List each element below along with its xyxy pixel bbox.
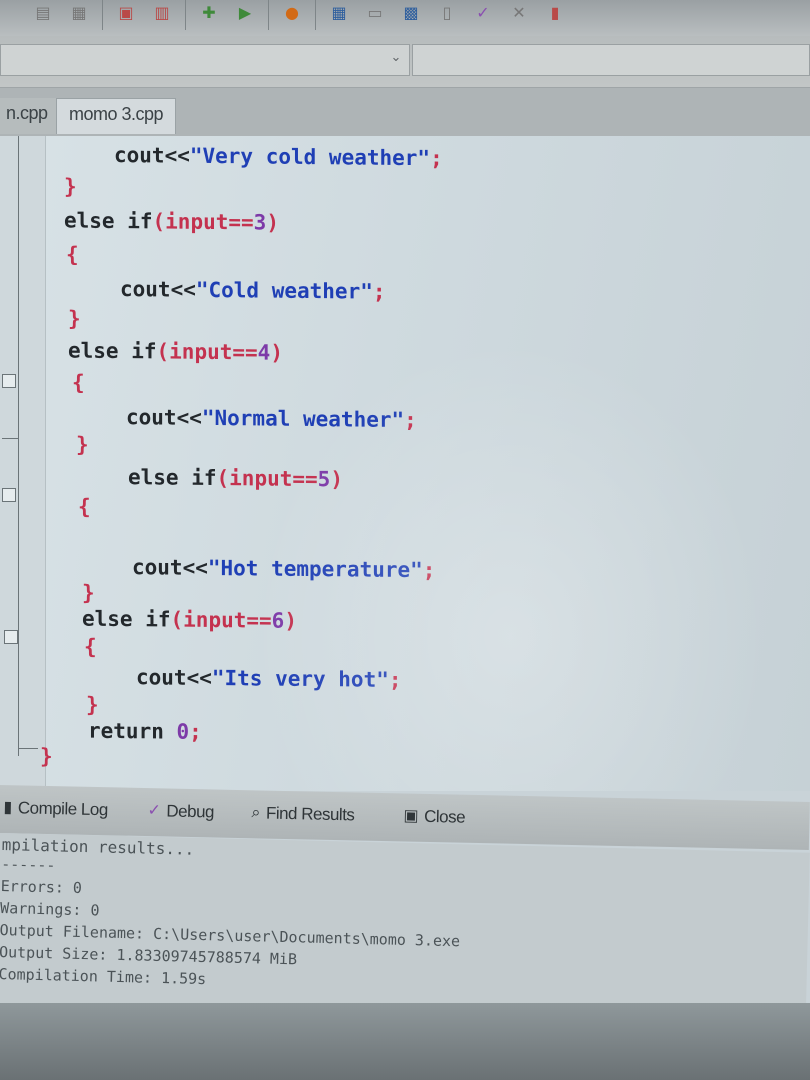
check-icon: ✓	[147, 802, 161, 820]
symbol-dropdown[interactable]	[412, 44, 810, 76]
print-icon[interactable]: ▣	[113, 0, 139, 24]
code-line: cout<<"Hot temperature";	[132, 555, 436, 583]
print-preview-icon[interactable]: ▥	[149, 0, 175, 24]
tab-momo-3-cpp[interactable]: momo 3.cpp	[56, 98, 177, 134]
tab-compile-log[interactable]: ▮ Compile Log	[3, 793, 108, 825]
code-line: }	[82, 580, 95, 605]
close-button[interactable]: ▣ Close	[403, 801, 465, 832]
toolbar-divider	[315, 0, 316, 30]
tab-compile-log-label: Compile Log	[17, 798, 108, 820]
chevron-down-icon[interactable]: ⌄	[384, 50, 408, 70]
compile-icon[interactable]: ✚	[196, 0, 222, 24]
code-line: else if(input==6)	[82, 606, 297, 633]
tab-debug-label: Debug	[166, 801, 215, 822]
code-line: }	[76, 432, 89, 457]
output-line: ------	[1, 855, 56, 875]
close-button-label: Close	[423, 806, 466, 827]
toolbar-divider	[102, 0, 103, 30]
output-line: Compilation Time: 1.59s	[0, 965, 207, 989]
code-line: }	[40, 744, 53, 769]
code-text: cout<<"Very cold weather"; } else if(inp…	[0, 136, 810, 791]
code-line: else if(input==3)	[64, 208, 279, 235]
code-line: {	[84, 634, 97, 659]
tab-debug[interactable]: ✓ Debug	[147, 796, 214, 827]
project-icon[interactable]: ▩	[398, 0, 424, 24]
grid-icon[interactable]: ▦	[326, 0, 352, 24]
code-line: {	[78, 494, 91, 519]
output-line: Warnings: 0	[0, 899, 100, 920]
save-all-icon[interactable]: ▦	[66, 0, 92, 24]
code-line: }	[86, 692, 99, 717]
code-line: cout<<"Very cold weather";	[114, 142, 443, 171]
code-line: else if(input==5)	[128, 465, 343, 492]
toolbar-divider	[185, 0, 186, 30]
code-line: {	[66, 242, 79, 267]
chart-icon[interactable]: ▮	[542, 0, 568, 24]
code-line: else if(input==4)	[68, 338, 283, 365]
search-icon: ⌕	[251, 804, 261, 822]
layout-icon[interactable]: ▯	[434, 0, 460, 24]
code-line: cout<<"Cold weather";	[120, 277, 386, 304]
code-line: cout<<"Normal weather";	[126, 405, 417, 433]
code-line: }	[68, 306, 81, 331]
save-icon[interactable]: ▤	[30, 0, 56, 24]
tab-find-results-label: Find Results	[265, 803, 355, 825]
tab-find-results[interactable]: ⌕ Find Results	[251, 798, 355, 830]
run-icon[interactable]: ▶	[232, 0, 258, 24]
window-icon[interactable]: ▭	[362, 0, 388, 24]
chart-icon: ▮	[3, 799, 13, 817]
keyboard-area	[0, 1003, 810, 1080]
stop-icon[interactable]: ●	[279, 0, 305, 24]
check-icon[interactable]: ✓	[470, 0, 496, 24]
scope-dropdown[interactable]	[0, 44, 410, 76]
editor-tabs: n.cpp momo 3.cpp	[0, 88, 810, 136]
code-line: {	[72, 370, 85, 395]
output-line: Errors: 0	[0, 877, 83, 898]
tab-n-cpp[interactable]: n.cpp	[0, 98, 60, 134]
code-line: }	[64, 174, 77, 199]
cross-icon[interactable]: ✕	[506, 0, 532, 24]
toolbar-divider	[268, 0, 269, 30]
compile-log-output: mpilation results... ------ Errors: 0 Wa…	[0, 833, 810, 1023]
main-toolbar: ▤ ▦ ▣ ▥ ✚ ▶ ● ▦ ▭ ▩ ▯ ✓ ✕ ▮	[0, 0, 810, 36]
output-line: Output Size: 1.83309745788574 MiB	[0, 943, 298, 969]
code-line: return 0;	[88, 718, 202, 744]
code-line: cout<<"Its very hot";	[136, 665, 402, 692]
close-icon: ▣	[403, 807, 419, 825]
code-editor[interactable]: cout<<"Very cold weather"; } else if(inp…	[0, 136, 810, 791]
